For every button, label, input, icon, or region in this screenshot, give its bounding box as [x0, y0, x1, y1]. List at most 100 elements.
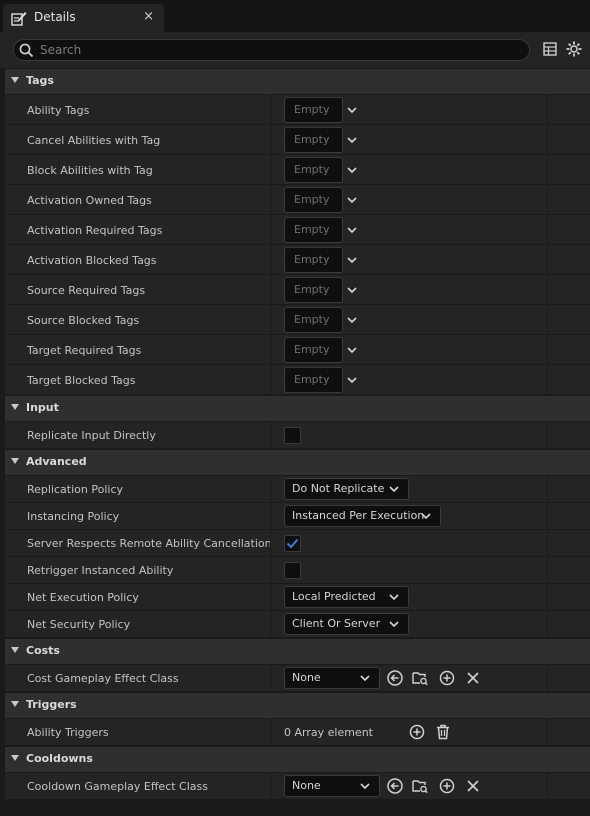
- column-divider: [270, 185, 271, 214]
- section-input[interactable]: Input: [5, 395, 590, 421]
- tag-container-field[interactable]: Empty: [284, 97, 343, 123]
- search-row: [0, 34, 590, 68]
- chevron-down-icon[interactable]: [347, 255, 357, 265]
- use-selected-arrow-icon[interactable]: [386, 777, 404, 795]
- details-tab[interactable]: Details ×: [3, 4, 164, 32]
- column-divider: [547, 215, 548, 244]
- column-divider: [270, 422, 271, 448]
- section-costs[interactable]: Costs: [5, 638, 590, 664]
- column-divider: [270, 503, 271, 529]
- tag-property-row: Activation Owned Tags Empty: [5, 185, 590, 215]
- tag-container-field[interactable]: Empty: [284, 307, 343, 333]
- property-label: Instancing Policy: [27, 510, 120, 523]
- tag-container-field[interactable]: Empty: [284, 277, 343, 303]
- tag-container-field[interactable]: Empty: [284, 217, 343, 243]
- column-divider: [547, 611, 548, 637]
- chevron-down-icon[interactable]: [347, 195, 357, 205]
- property-label: Net Execution Policy: [27, 591, 139, 604]
- collapse-caret-icon[interactable]: [11, 404, 19, 410]
- use-selected-arrow-icon[interactable]: [386, 669, 404, 687]
- column-divider: [270, 665, 271, 691]
- collapse-caret-icon[interactable]: [11, 458, 19, 464]
- column-divider: [547, 305, 548, 334]
- section-title: Triggers: [26, 698, 77, 711]
- cost-class-dropdown[interactable]: None: [284, 667, 380, 689]
- collapse-caret-icon[interactable]: [11, 755, 19, 761]
- chevron-down-icon[interactable]: [347, 375, 357, 385]
- column-divider: [547, 245, 548, 274]
- chevron-down-icon[interactable]: [347, 285, 357, 295]
- chevron-down-icon[interactable]: [347, 135, 357, 145]
- column-divider: [270, 335, 271, 364]
- settings-gear-icon[interactable]: [566, 41, 582, 57]
- tag-container-field[interactable]: Empty: [284, 127, 343, 153]
- browse-folder-icon[interactable]: [411, 669, 429, 687]
- column-divider: [270, 305, 271, 334]
- property-label: Retrigger Instanced Ability: [27, 564, 174, 577]
- column-divider: [547, 584, 548, 610]
- tag-container-field[interactable]: Empty: [284, 337, 343, 363]
- tag-property-row: Ability Tags Empty: [5, 95, 590, 125]
- section-triggers[interactable]: Triggers: [5, 692, 590, 718]
- section-cooldowns[interactable]: Cooldowns: [5, 746, 590, 772]
- property-label: Activation Owned Tags: [27, 194, 152, 207]
- column-divider: [547, 155, 548, 184]
- replication-policy-dropdown[interactable]: Do Not Replicate: [284, 478, 409, 500]
- column-divider: [270, 155, 271, 184]
- trash-icon[interactable]: [434, 723, 452, 741]
- table-view-icon[interactable]: [543, 42, 557, 56]
- property-row-net-execution: Net Execution Policy Local Predicted: [5, 584, 590, 611]
- property-label: Ability Tags: [27, 104, 90, 117]
- property-row-cost-class: Cost Gameplay Effect Class None: [5, 665, 590, 692]
- cooldown-class-dropdown[interactable]: None: [284, 775, 380, 797]
- net-execution-dropdown[interactable]: Local Predicted: [284, 586, 409, 608]
- property-row-cooldown-class: Cooldown Gameplay Effect Class None: [5, 773, 590, 800]
- chevron-down-icon[interactable]: [347, 315, 357, 325]
- collapse-caret-icon[interactable]: [11, 701, 19, 707]
- column-divider: [547, 95, 548, 124]
- collapse-caret-icon[interactable]: [11, 77, 19, 83]
- property-row-instancing-policy: Instancing Policy Instanced Per Executio…: [5, 503, 590, 530]
- chevron-down-icon[interactable]: [347, 225, 357, 235]
- section-tags[interactable]: Tags: [5, 68, 590, 94]
- chevron-down-icon[interactable]: [347, 345, 357, 355]
- retrigger-checkbox[interactable]: [284, 562, 301, 579]
- search-box[interactable]: [13, 39, 530, 61]
- collapse-caret-icon[interactable]: [11, 647, 19, 653]
- tag-container-field[interactable]: Empty: [284, 187, 343, 213]
- instancing-policy-dropdown[interactable]: Instanced Per Execution: [284, 505, 441, 527]
- property-label: Ability Triggers: [27, 726, 109, 739]
- clear-x-icon[interactable]: [464, 669, 482, 687]
- checkmark-icon: [286, 538, 299, 549]
- tag-container-field[interactable]: Empty: [284, 157, 343, 183]
- column-divider: [547, 365, 548, 394]
- property-row-replicate-input: Replicate Input Directly: [5, 422, 590, 449]
- column-divider: [270, 530, 271, 556]
- close-icon[interactable]: ×: [143, 9, 154, 24]
- clear-x-icon[interactable]: [464, 777, 482, 795]
- replicate-input-checkbox[interactable]: [284, 427, 301, 444]
- property-label: Activation Blocked Tags: [27, 254, 157, 267]
- section-title: Input: [26, 401, 59, 414]
- browse-folder-icon[interactable]: [411, 777, 429, 795]
- add-element-icon[interactable]: [408, 723, 426, 741]
- property-label: Replication Policy: [27, 483, 124, 496]
- tag-container-field[interactable]: Empty: [284, 367, 343, 393]
- column-divider: [270, 584, 271, 610]
- property-label: Activation Required Tags: [27, 224, 163, 237]
- column-divider: [547, 275, 548, 304]
- tag-property-row: Cancel Abilities with Tag Empty: [5, 125, 590, 155]
- add-circle-icon[interactable]: [438, 777, 456, 795]
- tag-property-row: Activation Blocked Tags Empty: [5, 245, 590, 275]
- search-input[interactable]: [40, 42, 520, 58]
- section-advanced[interactable]: Advanced: [5, 449, 590, 475]
- add-circle-icon[interactable]: [438, 669, 456, 687]
- chevron-down-icon[interactable]: [347, 165, 357, 175]
- column-divider: [547, 530, 548, 556]
- dropdown-value: Client Or Server: [292, 617, 381, 630]
- server-respects-checkbox[interactable]: [284, 535, 301, 552]
- tag-container-field[interactable]: Empty: [284, 247, 343, 273]
- chevron-down-icon[interactable]: [347, 105, 357, 115]
- net-security-dropdown[interactable]: Client Or Server: [284, 613, 409, 635]
- property-row-server-respects: Server Respects Remote Ability Cancellat…: [5, 530, 590, 557]
